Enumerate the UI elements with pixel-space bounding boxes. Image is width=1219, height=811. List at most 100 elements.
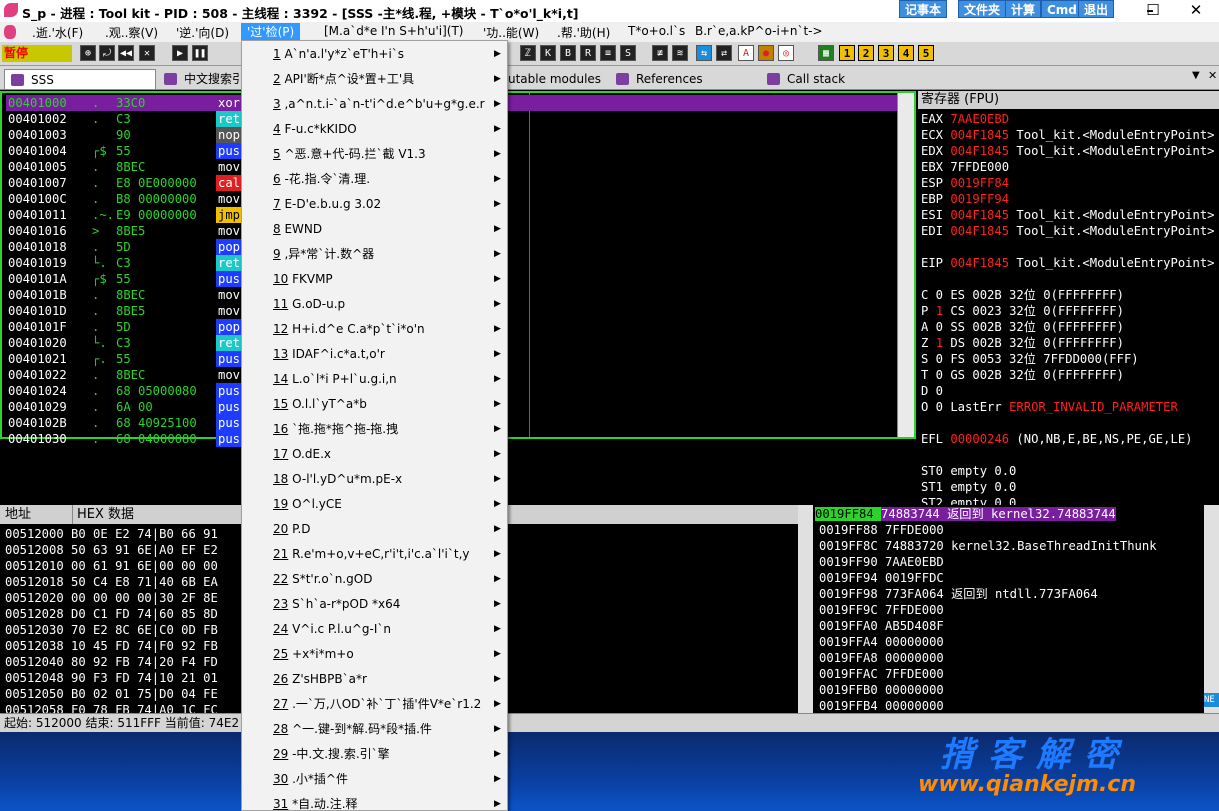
stack-row[interactable]: 0019FF90 7AAE0EBD: [819, 554, 944, 570]
register-value[interactable]: 0019FF84: [950, 176, 1009, 190]
plugin-menu-item[interactable]: 29 -中.文.搜.索.引`擎 ▶: [242, 742, 507, 767]
stack-row[interactable]: 0019FFA0 AB5D408F: [819, 618, 944, 634]
menu-file[interactable]: .逝.'水(F): [32, 24, 83, 41]
plugin-menu-item[interactable]: 26 Z'sHBPB`a*r ▶: [242, 667, 507, 692]
toolbar-num-5[interactable]: 5: [918, 45, 934, 61]
register-value[interactable]: 004F1845: [950, 128, 1009, 142]
tab-sss[interactable]: SSS: [4, 69, 156, 89]
plugin-menu-item[interactable]: 30 .小*插^件 ▶: [242, 767, 507, 792]
stack-row[interactable]: 0019FF84 74883744 返回到 kernel32.74883744: [815, 506, 1204, 522]
register-value[interactable]: 7FFDE000: [950, 160, 1009, 174]
plugin-menu-item[interactable]: 20 P.D ▶: [242, 517, 507, 542]
plugin-menu-item[interactable]: 2 API'断*点^设*置+工'具 ▶: [242, 67, 507, 92]
menu-help[interactable]: .帮.'助(H): [557, 24, 610, 41]
plugin-menu-item[interactable]: 3 ,a^n.t.i-`a`n-t'i^d.e^b'u+g*g.e.r ▶: [242, 92, 507, 117]
stack-row[interactable]: 0019FF94 0019FFDC: [819, 570, 944, 586]
menu-view[interactable]: .观..察(V): [105, 24, 158, 41]
toolbar-button-k[interactable]: K: [540, 45, 556, 61]
register-value[interactable]: 0019FF94: [950, 192, 1009, 206]
cmd-button[interactable]: Cmd: [1041, 0, 1083, 18]
stack-row[interactable]: 0019FF98 773FA064 返回到 ntdll.773FA064: [819, 586, 1098, 602]
maximize-icon[interactable]: ☐: [1130, 0, 1176, 22]
plugin-menu-item[interactable]: 23 S`h`a-r*pOD *x64 ▶: [242, 592, 507, 617]
stack-scrollbar[interactable]: NE: [1204, 505, 1219, 713]
rewind-button[interactable]: ◀◀: [118, 45, 134, 61]
toolbar-button-swap2[interactable]: ⇄: [716, 45, 732, 61]
calculator-button[interactable]: 计算: [1005, 0, 1042, 18]
plugin-menu-item[interactable]: 21 R.e'm+o,v+eC,r'i't,i'c.a`l'i`t,y ▶: [242, 542, 507, 567]
plugin-menu-item[interactable]: 13 IDAF^i.c*a.t,o'r ▶: [242, 342, 507, 367]
register-value[interactable]: 1: [936, 304, 943, 318]
hex-row[interactable]: 00512048 90 F3 FD 74|10 21 01: [5, 670, 218, 686]
plugin-menu-item[interactable]: 8 EWND ▶: [242, 217, 507, 242]
plugin-menu-item[interactable]: 31 *自.动.注.释 ▶: [242, 792, 507, 810]
register-value[interactable]: 004F1845: [950, 144, 1009, 158]
plugin-menu-item[interactable]: 12 H+i.d^e C.a*p`t`i*o'n ▶: [242, 317, 507, 342]
toolbar-button-b[interactable]: B: [560, 45, 576, 61]
stack-row[interactable]: 0019FFAC 7FFDE000: [819, 666, 944, 682]
col-hex[interactable]: HEX 数据: [72, 505, 134, 524]
stack-row[interactable]: 0019FFB4 00000000: [819, 698, 944, 714]
stack-row[interactable]: 0019FF9C 7FFDE000: [819, 602, 944, 618]
register-value[interactable]: 1: [936, 336, 943, 350]
plugin-menu-item[interactable]: 24 V^i.c P.l.u^g-I`n ▶: [242, 617, 507, 642]
hex-row[interactable]: 00512028 D0 C1 FD 74|60 85 8D: [5, 606, 218, 622]
toolbar-num-3[interactable]: 3: [878, 45, 894, 61]
menu-functions[interactable]: '功..能(W): [483, 24, 539, 41]
hex-row[interactable]: 00512050 B0 02 01 75|D0 04 FE: [5, 686, 218, 702]
stack-row[interactable]: 0019FF88 7FFDE000: [819, 522, 944, 538]
register-value[interactable]: ERROR_INVALID_PARAMETER: [1009, 400, 1178, 414]
plugin-menu-item[interactable]: 1 A`n'a.l'y*z`eT'h+i`s ▶: [242, 42, 507, 67]
tab-executable-modules[interactable]: utable modules: [508, 69, 601, 89]
toolbar-button-swap[interactable]: ⇆: [696, 45, 712, 61]
hex-row[interactable]: 00512038 10 45 FD 74|F0 92 FB: [5, 638, 218, 654]
col-address[interactable]: 地址: [5, 505, 31, 524]
plugin-menu-item[interactable]: 27 .一`万,八OD`补`丁`插'件V*e`r1.2 ▶: [242, 692, 507, 717]
tab-references[interactable]: References: [610, 69, 703, 89]
close-icon[interactable]: ✕: [1173, 0, 1219, 22]
hex-row[interactable]: 00512018 50 C4 E8 71|40 6B EA: [5, 574, 218, 590]
disassembly-scrollbar[interactable]: [897, 93, 914, 437]
plugin-menu-item[interactable]: 9 ,异*常`计.数^器 ▶: [242, 242, 507, 267]
plugin-menu-item[interactable]: 28 ^一.键-到*解.码*段*插.件 ▶: [242, 717, 507, 742]
plugin-menu-item[interactable]: 19 O^l.yCE ▶: [242, 492, 507, 517]
plugin-menu-item[interactable]: 17 O.dE.x ▶: [242, 442, 507, 467]
plugin-menu-item[interactable]: 18 O-l'l.yD^u*m.pE-x ▶: [242, 467, 507, 492]
registers-pane[interactable]: 寄存器 (FPU) EAX 7AAE0EBD ECX 004F1845 Tool_…: [918, 91, 1219, 505]
hex-row[interactable]: 00512040 80 92 FB 74|20 F4 FD: [5, 654, 218, 670]
stack-row[interactable]: 0019FFA8 00000000: [819, 650, 944, 666]
toolbar-button-r[interactable]: R: [580, 45, 596, 61]
plugin-menu-item[interactable]: 15 O.l.l`yT^a*b ▶: [242, 392, 507, 417]
menu-tools[interactable]: T*o+o.l`s: [628, 24, 685, 38]
register-value[interactable]: 004F1845: [950, 208, 1009, 222]
plugin-menu-item[interactable]: 16 `拖.拖*拖^拖-拖.拽 ▶: [242, 417, 507, 442]
tab-chinese-search[interactable]: 中文搜索引: [158, 69, 244, 89]
hex-row[interactable]: 00512030 70 E2 8C 6E|C0 0D FB: [5, 622, 218, 638]
stack-pane[interactable]: 0019FF84 74883744 返回到 kernel32.74883744 0…: [815, 505, 1204, 713]
restart-button[interactable]: ⤾: [99, 45, 115, 61]
toolbar-button-a[interactable]: ℤ: [520, 45, 536, 61]
register-value[interactable]: 004F1845: [950, 224, 1009, 238]
toolbar-num-2[interactable]: 2: [858, 45, 874, 61]
plugin-menu-item[interactable]: 4 F-u.c*kKIDO ▶: [242, 117, 507, 142]
menu-debug[interactable]: '逆.'向(D): [176, 24, 229, 41]
plugin-menu-item[interactable]: 22 S*t'r.o`n.gOD ▶: [242, 567, 507, 592]
hex-scrollbar[interactable]: [798, 505, 813, 713]
toolbar-button-grid[interactable]: ▦: [818, 45, 834, 61]
plugin-menu-item[interactable]: 25 +x*i*m+o ▶: [242, 642, 507, 667]
toolbar-button-y[interactable]: ≋: [672, 45, 688, 61]
toolbar-button-x[interactable]: ≢: [652, 45, 668, 61]
plugin-menu-item[interactable]: 5 ^恶.意+代-码.拦`截 V1.3 ▶: [242, 142, 507, 167]
plugin-menu-item[interactable]: 6 -花.指.令`清.理. ▶: [242, 167, 507, 192]
stack-row[interactable]: 0019FFB0 00000000: [819, 682, 944, 698]
register-value[interactable]: 004F1845: [950, 256, 1009, 270]
register-value[interactable]: 7AAE0EBD: [950, 112, 1009, 126]
hex-row[interactable]: 00512008 50 63 91 6E|A0 EF E2: [5, 542, 218, 558]
menu-breakpoint[interactable]: B.r`e,a.kP^o-i+n`t->: [695, 24, 823, 38]
toolbar-button-record[interactable]: ●: [758, 45, 774, 61]
toolbar-button-target[interactable]: ◎: [778, 45, 794, 61]
plugin-menu-item[interactable]: 14 L.o`l*i P+l`u.g.i,n ▶: [242, 367, 507, 392]
tabs-dropdown-icon[interactable]: ▼: [1192, 70, 1200, 81]
notepad-button[interactable]: 记事本: [899, 0, 948, 18]
toolbar-num-1[interactable]: 1: [839, 45, 855, 61]
